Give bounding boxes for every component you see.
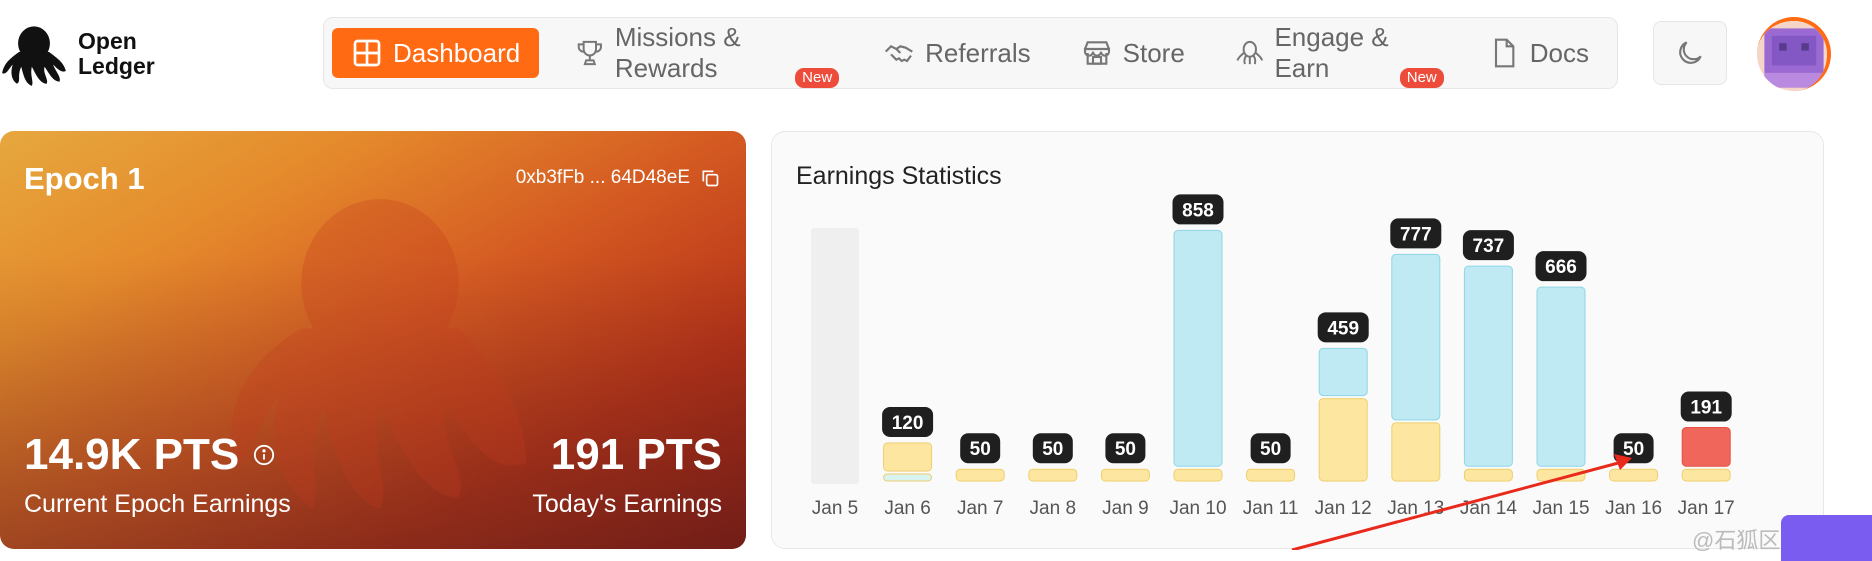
bar-segment [1246, 468, 1296, 482]
document-icon [1494, 38, 1515, 68]
info-icon[interactable] [253, 444, 275, 466]
bar-segment [1391, 422, 1441, 482]
bar-segment [1681, 427, 1731, 467]
trophy-icon [577, 40, 603, 66]
x-axis-label: Jan 12 [1315, 498, 1372, 519]
value-label: 120 [892, 413, 924, 434]
bar-segment [1100, 468, 1150, 482]
x-axis-label: Jan 17 [1678, 498, 1735, 519]
current-epoch-earnings-label: Current Epoch Earnings [24, 490, 291, 518]
empty-bar-placeholder [811, 228, 859, 484]
octopus-icon [1236, 40, 1263, 65]
value-label: 50 [1260, 439, 1281, 460]
bar-segment [1318, 347, 1368, 397]
todays-earnings-value: 191 PTS [550, 430, 722, 479]
nav-item-referrals[interactable]: Referrals [861, 28, 1052, 78]
grid-icon [353, 39, 381, 67]
corner-widget-button[interactable] [1781, 515, 1872, 561]
bar-segment [1391, 253, 1441, 421]
nav-item-label: Docs [1529, 37, 1589, 68]
octopus-logo-icon [2, 26, 66, 86]
nav-item-docs[interactable]: Docs [1466, 28, 1611, 78]
x-axis-label: Jan 8 [1030, 498, 1076, 519]
nav-item-label: Referrals [925, 37, 1031, 68]
nav-item-label: Store [1122, 37, 1185, 68]
main-nav: Dashboard Missions & Rewards New Referra… [323, 17, 1618, 89]
bar-segment [1609, 468, 1659, 482]
bar-segment [1463, 265, 1513, 467]
new-badge: New [795, 68, 840, 88]
wallet-address: 0xb3fFb ... 64D48eE [516, 167, 720, 189]
bar-segment [1681, 468, 1731, 482]
user-avatar[interactable] [1757, 17, 1831, 91]
current-epoch-earnings: 14.9K PTS [24, 430, 275, 480]
moon-icon [1679, 41, 1702, 64]
todays-earnings-label: Today's Earnings [532, 490, 722, 518]
bar-segment [883, 473, 933, 482]
bar-segment [955, 468, 1005, 482]
bar-segment [1028, 468, 1078, 482]
x-axis-label: Jan 9 [1102, 498, 1148, 519]
x-axis-label: Jan 6 [884, 498, 930, 519]
copy-icon[interactable] [700, 168, 720, 188]
earnings-bar-chart: Jan 5 120 Jan 6 50 Jan 7 50 Jan 8 50 Jan 9 858 Jan… [811, 194, 1735, 550]
value-label: 50 [1042, 439, 1063, 460]
value-label: 777 [1400, 224, 1432, 245]
epoch-title: Epoch 1 [24, 161, 145, 196]
bar-segment [1463, 468, 1513, 482]
handshake-icon [885, 45, 914, 63]
x-axis-label: Jan 16 [1605, 498, 1662, 519]
x-axis-label: Jan 10 [1169, 498, 1226, 519]
logo-line-1: Open [78, 28, 137, 54]
nav-item-dashboard[interactable]: Dashboard [332, 28, 540, 78]
store-icon [1083, 41, 1110, 65]
nav-item-engage-earn[interactable]: Engage & Earn New [1213, 22, 1460, 88]
nav-item-store[interactable]: Store [1059, 28, 1207, 78]
wallet-address-text: 0xb3fFb ... 64D48eE [515, 167, 690, 188]
x-axis-label: Jan 14 [1460, 498, 1517, 519]
x-axis-label: Jan 11 [1243, 498, 1299, 519]
x-axis-label: Jan 5 [812, 498, 858, 519]
new-badge: New [1399, 68, 1444, 88]
bar-segment [883, 442, 933, 472]
current-epoch-earnings-value: 14.9K PTS [24, 430, 240, 479]
value-label: 858 [1182, 200, 1214, 221]
bar-segment [1318, 398, 1368, 482]
x-axis-label: Jan 7 [957, 498, 1003, 519]
theme-toggle-button[interactable] [1653, 21, 1727, 85]
logo-line-2: Ledger [78, 53, 155, 79]
epoch-card: Epoch 1 0xb3fFb ... 64D48eE 14.9K PTS 19… [0, 131, 746, 549]
earnings-statistics-card: Earnings Statistics Jan 5 120 Jan 6 50 Jan 7… [771, 131, 1824, 550]
value-label: 50 [970, 439, 991, 460]
x-axis-label: Jan 15 [1532, 498, 1589, 519]
value-label: 191 [1690, 398, 1722, 419]
bar-segment [1173, 229, 1223, 467]
value-label: 459 [1327, 318, 1359, 339]
avatar-image [1757, 21, 1827, 91]
nav-item-missions-rewards[interactable]: Missions & Rewards New [553, 22, 855, 88]
value-label: 666 [1545, 257, 1577, 278]
value-label: 737 [1473, 236, 1505, 257]
value-label: 50 [1115, 439, 1136, 460]
bar-segment [1536, 286, 1586, 467]
logo-wordmark: Open Ledger [78, 29, 155, 79]
nav-item-label: Dashboard [393, 37, 521, 68]
open-ledger-logo[interactable]: Open Ledger [0, 20, 155, 88]
bar-segment [1173, 468, 1223, 482]
